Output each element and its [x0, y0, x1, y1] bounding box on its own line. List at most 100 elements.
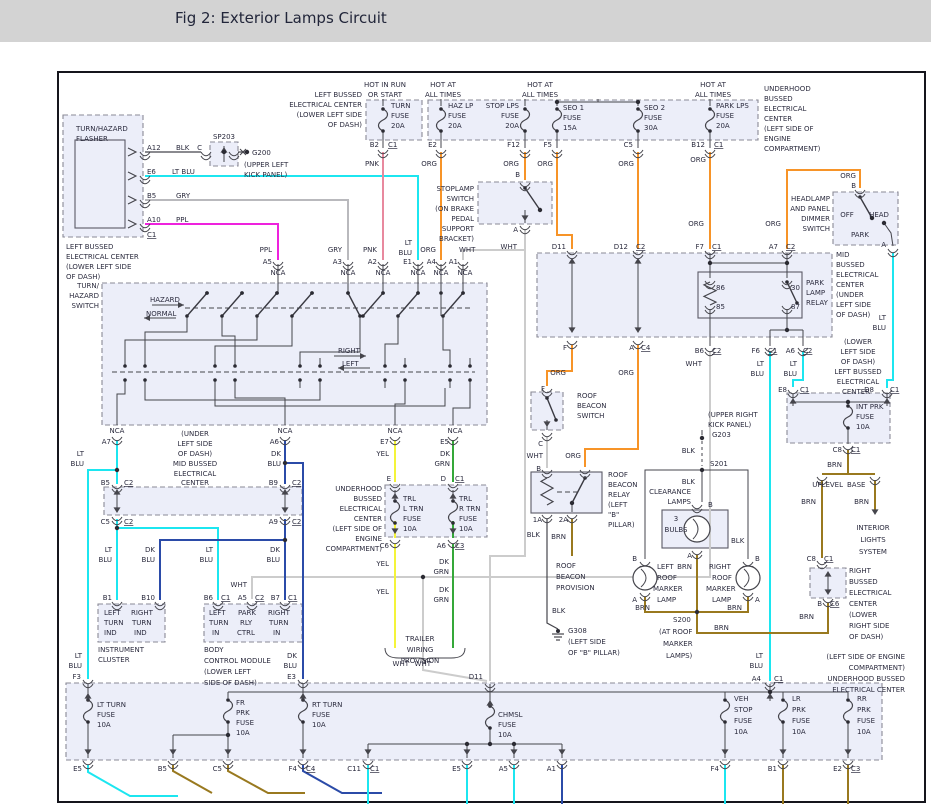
- diagram-label: (UNDER: [181, 430, 209, 438]
- component-box: [66, 683, 882, 760]
- diagram-label: PARK: [851, 231, 869, 239]
- diagram-label: C2: [786, 243, 795, 251]
- diagram-label: NCA: [448, 427, 463, 435]
- diagram-label: 20A: [391, 122, 405, 130]
- diagram-label: GRY: [328, 246, 343, 254]
- diagram-label: C5: [624, 141, 633, 149]
- diagram-label: CLEARANCE: [649, 488, 691, 496]
- diagram-label: E6: [147, 168, 156, 176]
- diagram-label: BRN: [854, 498, 869, 506]
- contact-dot: [346, 291, 350, 295]
- diagram-label: B5: [101, 479, 110, 487]
- diagram-label: HEAD: [869, 211, 889, 219]
- diagram-label: PRK: [792, 706, 806, 714]
- diagram-label: PPL: [260, 246, 272, 254]
- contact-dot: [143, 378, 147, 382]
- diagram-label: 30A: [644, 124, 658, 132]
- diagram-label: C1: [768, 347, 777, 355]
- diagram-label: BLU: [399, 249, 412, 257]
- lamp-icon: [736, 566, 760, 590]
- diagram-label: RELAY: [806, 299, 829, 307]
- diagram-label: LAMP: [657, 596, 676, 604]
- diagram-label: LEFT: [209, 609, 226, 617]
- diagram-label: CONTROL MODULE: [204, 657, 271, 665]
- diagram-label: GRN: [433, 568, 449, 576]
- diagram-label: ROOF: [712, 574, 732, 582]
- diagram-label: E5: [73, 765, 82, 773]
- fuse-dot: [846, 698, 850, 702]
- diagram-label: D11: [469, 673, 483, 681]
- diagram-label: LT: [75, 652, 83, 660]
- diagram-label: C2: [255, 594, 264, 602]
- diagram-label: INTERIOR: [856, 524, 889, 532]
- diagram-label: RIGHT SIDE: [849, 622, 889, 630]
- diagram-label: B9: [269, 479, 278, 487]
- diagram-label: 10A: [236, 729, 250, 737]
- diagram-label: (LEFT SIDE: [568, 638, 606, 646]
- diagram-label: WHT: [501, 243, 518, 251]
- diagram-label: IND: [134, 629, 147, 637]
- diagram-label: COMPARTMENT): [764, 145, 821, 153]
- diagram-label: ALL TIMES: [522, 91, 559, 99]
- diagram-label: MARKER: [653, 585, 683, 593]
- junction-dot: [708, 261, 712, 265]
- diagram-label: PARK LPS: [716, 102, 749, 110]
- diagram-label: BODY: [204, 646, 224, 654]
- diagram-label: COMPARTMENT): [849, 664, 906, 672]
- diagram-label: WHT: [393, 660, 410, 668]
- fuse-dot: [781, 698, 785, 702]
- junction-dot: [283, 538, 287, 542]
- diagram-label: C8: [807, 555, 816, 563]
- diagram-label: WHT: [686, 360, 703, 368]
- diagram-label: NCA: [411, 269, 426, 277]
- diagram-label: SYSTEM: [859, 548, 887, 556]
- diagram-label: LEFT BUSSED: [834, 368, 881, 376]
- diagram-label: (UPPER RIGHT: [708, 411, 758, 419]
- contact-dot: [213, 378, 217, 382]
- diagram-label: E2: [833, 765, 842, 773]
- diagram-label: IN: [212, 629, 219, 637]
- diagram-label: C2: [124, 518, 133, 526]
- diagram-label: TURN: [268, 619, 289, 627]
- diagram-label: R TRN: [459, 505, 480, 513]
- diagram-label: GRN: [433, 596, 449, 604]
- diagram-label: C11: [347, 765, 361, 773]
- fuse-dot: [226, 698, 230, 702]
- diagram-label: (LEFT SIDE OF: [764, 125, 814, 133]
- junction-dot: [226, 733, 230, 737]
- contact-dot: [448, 378, 452, 382]
- contact-dot: [213, 364, 217, 368]
- contact-dot: [416, 291, 420, 295]
- diagram-label: BASE: [847, 481, 865, 489]
- diagram-label: FUSE: [857, 717, 875, 725]
- diagram-label: CENTER: [764, 115, 792, 123]
- junction-dot: [222, 150, 226, 154]
- diagram-label: VEH: [734, 695, 748, 703]
- diagram-label: BLK: [552, 607, 566, 615]
- diagram-label: MID: [836, 251, 850, 259]
- diagram-label: BLU: [71, 460, 84, 468]
- diagram-label: LT: [105, 546, 113, 554]
- diagram-label: RT TURN: [312, 701, 342, 709]
- wiring-diagram: TURN/HAZARDFLASHERA12BLKE6LT BLUB5GRYA10…: [0, 0, 931, 804]
- diagram-label: F: [541, 385, 545, 393]
- contact-dot: [403, 364, 407, 368]
- diagram-label: DK: [439, 558, 449, 566]
- diagram-label: BLK: [682, 478, 696, 486]
- diagram-label: YEL: [375, 450, 389, 458]
- diagram-label: B: [851, 182, 856, 190]
- contact-dot: [448, 364, 452, 368]
- diagram-label: ALL TIMES: [425, 91, 462, 99]
- fuse-dot: [555, 107, 559, 111]
- diagram-label: RIGHT: [709, 563, 732, 571]
- wire-wht: [423, 577, 487, 681]
- diagram-label: B5: [147, 192, 156, 200]
- diagram-label: C1: [455, 475, 464, 483]
- fuse-dot: [636, 107, 640, 111]
- diagram-label: BLK: [176, 144, 190, 152]
- component-box: [102, 283, 487, 425]
- diagram-label: TURN: [208, 619, 229, 627]
- diagram-label: LT TURN: [97, 701, 126, 709]
- diagram-label: A7: [102, 438, 111, 446]
- wire-wht: [490, 250, 525, 681]
